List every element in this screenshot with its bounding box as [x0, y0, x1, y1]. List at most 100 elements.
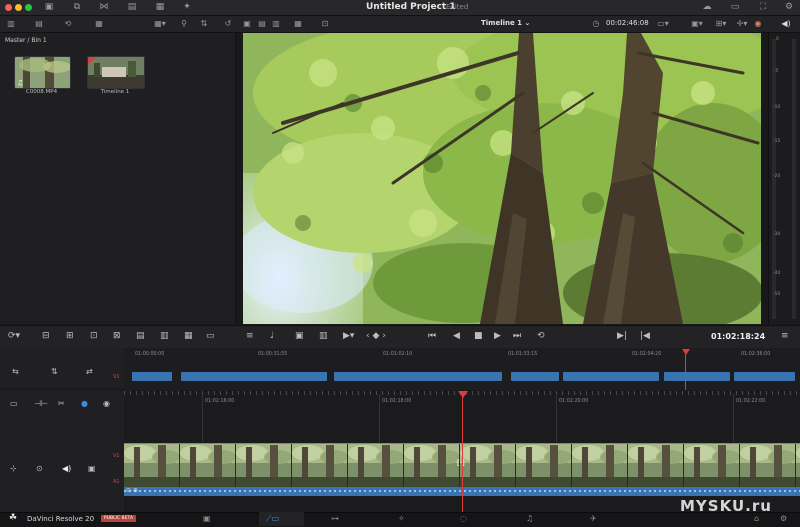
- clip-attributes-icons[interactable]: ⊙ ⊕: [126, 487, 138, 494]
- home-icon[interactable]: ⌂: [754, 514, 759, 523]
- fusion-page-icon[interactable]: ✧: [398, 514, 405, 523]
- menu-icon[interactable]: ≡: [781, 330, 789, 342]
- timeline-clip[interactable]: [181, 372, 327, 381]
- timeline-options-icon[interactable]: ▭: [10, 398, 18, 410]
- upper-track-label: V1: [113, 374, 120, 380]
- track-tool-icon[interactable]: ⇆: [12, 366, 19, 378]
- cut-page-icon[interactable]: ⟋▭: [266, 514, 279, 524]
- viewer-options-icon[interactable]: ▣▾: [688, 18, 706, 29]
- timeline-thumbnail[interactable]: [87, 56, 145, 89]
- viewer-mode-icon[interactable]: ▣: [241, 18, 253, 29]
- deliver-page-icon[interactable]: ✈: [590, 514, 597, 523]
- clip-thumbnail[interactable]: ♫: [14, 56, 71, 89]
- titles-icon[interactable]: ▤: [125, 2, 139, 13]
- snapping-icon[interactable]: ⊣⊢: [34, 398, 48, 410]
- voiceover-icon[interactable]: ♩: [270, 330, 274, 342]
- playhead-marker[interactable]: [458, 391, 468, 398]
- go-to-end-icon[interactable]: ⏭: [513, 330, 521, 342]
- timeline-clip[interactable]: [511, 372, 559, 381]
- zoom-window-button[interactable]: [25, 4, 32, 11]
- zoom-fit-icon[interactable]: ⊡: [318, 18, 332, 29]
- media-page-icon[interactable]: ▣: [203, 514, 211, 523]
- minimize-window-button[interactable]: [15, 4, 22, 11]
- nudge-controls[interactable]: ‹ ◆ ›: [366, 330, 394, 342]
- clip-info-icon[interactable]: ▦: [92, 18, 106, 29]
- effects-icon[interactable]: ✦: [180, 2, 194, 13]
- upper-timeline[interactable]: [124, 348, 800, 390]
- source-view-icon[interactable]: ▤: [256, 18, 268, 29]
- timeline-view-icon[interactable]: ▥: [270, 18, 282, 29]
- bin-list-icon[interactable]: ▤: [32, 18, 46, 29]
- thumbnail-view-icon[interactable]: ▦▾: [150, 18, 170, 29]
- track-sync-icon[interactable]: ⇅: [51, 366, 58, 378]
- transform-icon[interactable]: ✢▾: [734, 18, 750, 29]
- view-options-icon[interactable]: ◉: [103, 398, 110, 410]
- previous-edit-icon[interactable]: |◀: [640, 330, 650, 342]
- timeline-name: Timeline 1: [481, 19, 523, 27]
- upper-playhead[interactable]: [685, 352, 686, 390]
- stop-icon[interactable]: ■: [474, 330, 483, 342]
- clip-tool-icon[interactable]: ⊟: [42, 330, 50, 342]
- append-icon[interactable]: ▦: [184, 330, 193, 342]
- upper-playhead-marker[interactable]: [682, 349, 690, 355]
- video-viewer[interactable]: [243, 33, 761, 324]
- track-visibility-icon[interactable]: ▣: [88, 463, 96, 475]
- audio-trim-icon[interactable]: ≡: [246, 330, 254, 342]
- sort-icon[interactable]: ⇅: [198, 18, 210, 29]
- track-link-icon[interactable]: ⇄: [86, 366, 93, 378]
- color-page-icon[interactable]: ◌: [460, 514, 467, 523]
- edit-mode-icon[interactable]: ⟳▾: [8, 330, 28, 342]
- play-icon[interactable]: ▶: [494, 330, 501, 342]
- safe-area-icon[interactable]: ⊞▾: [713, 18, 729, 29]
- linked-selection-icon[interactable]: ●: [81, 398, 88, 410]
- undo-icon[interactable]: ↺: [222, 18, 234, 29]
- smooth-cut-icon[interactable]: ▶▾: [343, 330, 359, 342]
- cloud-icon[interactable]: ☁: [700, 2, 714, 13]
- audio-volume-icon[interactable]: ◀): [62, 463, 71, 475]
- auto-select-icon[interactable]: ⊙: [36, 463, 43, 475]
- razor-icon[interactable]: ✂: [58, 398, 65, 410]
- replace-clip-icon[interactable]: ⊠: [113, 330, 121, 342]
- transitions-icon[interactable]: ⋈: [97, 2, 111, 13]
- ruler-tick: 01:02:22:00: [736, 399, 766, 404]
- loop-icon[interactable]: ⟲: [537, 330, 545, 342]
- split-clip-icon[interactable]: ▥: [319, 330, 328, 342]
- monitor-icon[interactable]: ▭▾: [655, 18, 671, 29]
- close-up-icon[interactable]: ▭: [206, 330, 215, 342]
- sync-icon[interactable]: ⟲: [61, 18, 75, 29]
- playhead[interactable]: [462, 395, 463, 512]
- fairlight-page-icon[interactable]: ♫: [526, 514, 533, 523]
- fullscreen-icon[interactable]: ⛶: [756, 2, 770, 13]
- timeline-clip[interactable]: [734, 372, 795, 381]
- insert-clip-icon[interactable]: ⊞: [66, 330, 74, 342]
- color-wheel-icon[interactable]: ◉: [753, 18, 763, 29]
- dual-timeline-icon[interactable]: ▣: [295, 330, 304, 342]
- grid-line: [202, 394, 203, 442]
- timeline-clip[interactable]: [563, 372, 659, 381]
- layout-icon[interactable]: ▭: [728, 2, 742, 13]
- timeline-clip[interactable]: [664, 372, 730, 381]
- panel-toggle-icon[interactable]: ▥: [4, 18, 18, 29]
- ripple-overwrite-icon[interactable]: ▥: [160, 330, 169, 342]
- overwrite-clip-icon[interactable]: ⊡: [90, 330, 98, 342]
- inspector-icon[interactable]: ⚙: [782, 2, 796, 13]
- track-lock-icon[interactable]: ⊹: [10, 463, 17, 475]
- timeline-clip[interactable]: [132, 372, 172, 381]
- search-icon[interactable]: ⚲: [178, 18, 190, 29]
- media-pool-icon[interactable]: ▣: [42, 2, 56, 13]
- settings-icon[interactable]: ⚙: [780, 514, 787, 523]
- go-to-start-icon[interactable]: ⏮: [428, 330, 436, 342]
- generators-icon[interactable]: ▦: [153, 2, 167, 13]
- sync-bin-icon[interactable]: ⧉: [70, 2, 84, 13]
- overlay-icon[interactable]: ▦: [292, 18, 304, 29]
- project-title: Untitled Project 1: [366, 2, 456, 12]
- source-timecode: 00:02:46:08: [606, 19, 649, 27]
- place-on-top-icon[interactable]: ▤: [136, 330, 145, 342]
- next-edit-icon[interactable]: ▶|: [617, 330, 627, 342]
- play-reverse-icon[interactable]: ◀: [453, 330, 460, 342]
- close-window-button[interactable]: [5, 4, 12, 11]
- edit-page-icon[interactable]: ⊶: [331, 514, 339, 523]
- timeline-selector[interactable]: Timeline 1 ⌄: [481, 19, 530, 27]
- speaker-icon[interactable]: ◀): [780, 18, 792, 29]
- timeline-clip[interactable]: [334, 372, 502, 381]
